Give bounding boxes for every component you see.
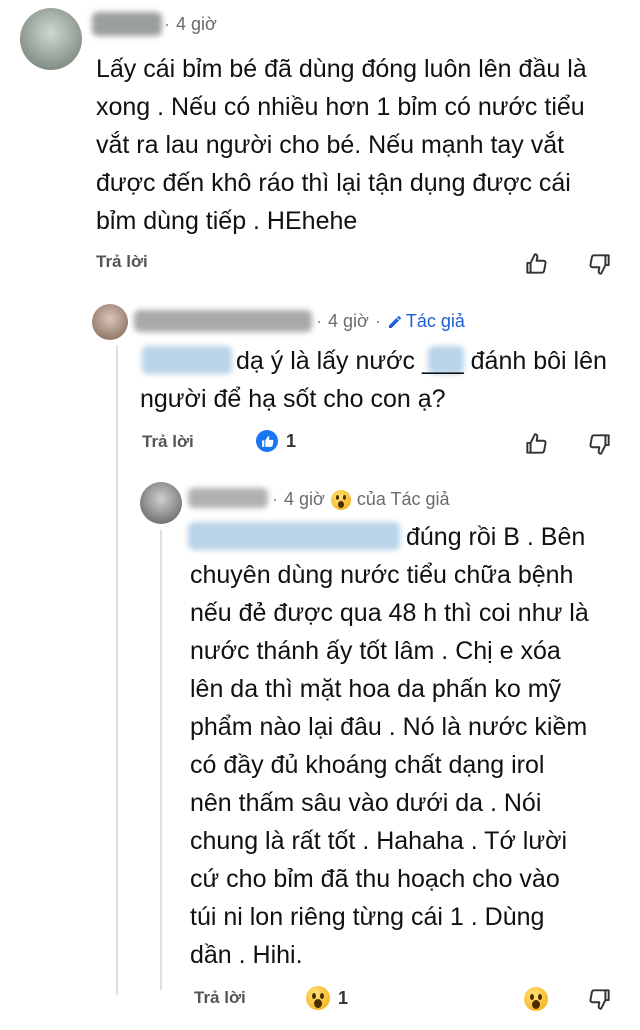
comment-time: 4 giờ — [284, 489, 325, 509]
thread-line — [160, 530, 162, 990]
wow-emoji-icon — [330, 489, 351, 510]
comment-time: 4 giờ — [176, 14, 217, 34]
comment-body: dạ ý là lấy nước ___ đánh bôi lên người … — [140, 342, 607, 418]
comment-line: nếu đẻ được qua 48 h thì coi như là — [190, 599, 589, 627]
comment-line: được đến khô ráo thì lại tận dụng được c… — [96, 169, 571, 197]
comment-line: xong . Nếu có nhiều hơn 1 bỉm có nước ti… — [96, 93, 585, 121]
comment-line: chuyên dùng nước tiểu chữa bệnh — [190, 561, 574, 589]
comment-line: dần . Hihi. — [190, 941, 303, 969]
comment-line: phẩm nào lại đâu . Nó là nước kiềm — [190, 713, 588, 741]
comment-line: cứ cho bỉm đã thu hoạch cho vào — [190, 865, 560, 893]
thumbs-down-icon[interactable] — [586, 985, 614, 1013]
comment-body: đúng rồi B . Bên chuyên dùng nước tiểu c… — [190, 518, 589, 974]
wow-reaction-button[interactable] — [522, 985, 550, 1013]
comment-line: vắt ra lau người cho bé. Nếu mạnh tay vắ… — [96, 131, 565, 159]
comment-line: có đầy đủ khoáng chất dạng irol — [190, 751, 545, 779]
comment-line: chung là rất tốt . Hahaha . Tớ lười — [190, 827, 568, 855]
redacted-name — [134, 310, 312, 332]
redacted-name — [188, 488, 268, 508]
thumbs-up-icon[interactable] — [522, 250, 550, 278]
avatar[interactable] — [20, 8, 82, 70]
thread-line — [116, 345, 118, 995]
comment-line: nên thấm sâu vào dưới da . Nói — [190, 789, 542, 817]
author-tag-label: Tác giả — [405, 311, 465, 331]
comment-line: túi ni lon riêng từng cái 1 . Dùng — [190, 903, 545, 931]
reaction-summary[interactable]: 1 — [306, 986, 348, 1010]
comment-line: người để hạ sốt cho con ạ? — [140, 385, 446, 413]
wow-reaction-icon — [306, 986, 330, 1010]
pencil-icon — [388, 315, 401, 328]
redacted-name — [92, 12, 162, 36]
comment-line: đúng rồi B . Bên — [406, 523, 586, 551]
comment-time: 4 giờ — [328, 311, 369, 331]
reply-button[interactable]: Trả lời — [194, 988, 246, 1008]
avatar[interactable] — [92, 304, 128, 340]
reply-button[interactable]: Trả lời — [96, 252, 148, 272]
comment-body: Lấy cái bỉm bé đã dùng đóng luôn lên đầu… — [96, 50, 587, 240]
author-tag-label: của Tác giả — [356, 489, 450, 509]
reaction-count: 1 — [338, 987, 349, 1008]
avatar[interactable] — [140, 482, 182, 524]
thumbs-down-icon[interactable] — [586, 250, 614, 278]
reaction-count: 1 — [286, 430, 297, 451]
reply-button[interactable]: Trả lời — [142, 432, 194, 452]
reaction-summary[interactable]: 1 — [256, 430, 296, 452]
comment-line: Lấy cái bỉm bé đã dùng đóng luôn lên đầu… — [96, 55, 587, 83]
author-badge: Tác giả — [387, 311, 465, 332]
comment-line: lên da thì mặt hoa da phấn ko mỹ — [190, 675, 562, 703]
thumbs-down-icon[interactable] — [586, 430, 614, 458]
comment-meta: · 4 giờ của Tác giả — [272, 489, 450, 510]
like-reaction-icon — [256, 430, 278, 452]
comment-line: bỉm dùng tiếp . HEhehe — [96, 207, 358, 235]
comment-meta: · 4 giờ — [164, 14, 217, 34]
comment-line: dạ ý là lấy nước ___ đánh bôi lên — [236, 347, 607, 375]
comment-line: nước thánh ấy tốt lâm . Chị e xóa — [190, 637, 561, 665]
comment-meta: · 4 giờ · Tác giả — [316, 311, 465, 332]
thumbs-up-icon[interactable] — [522, 430, 550, 458]
